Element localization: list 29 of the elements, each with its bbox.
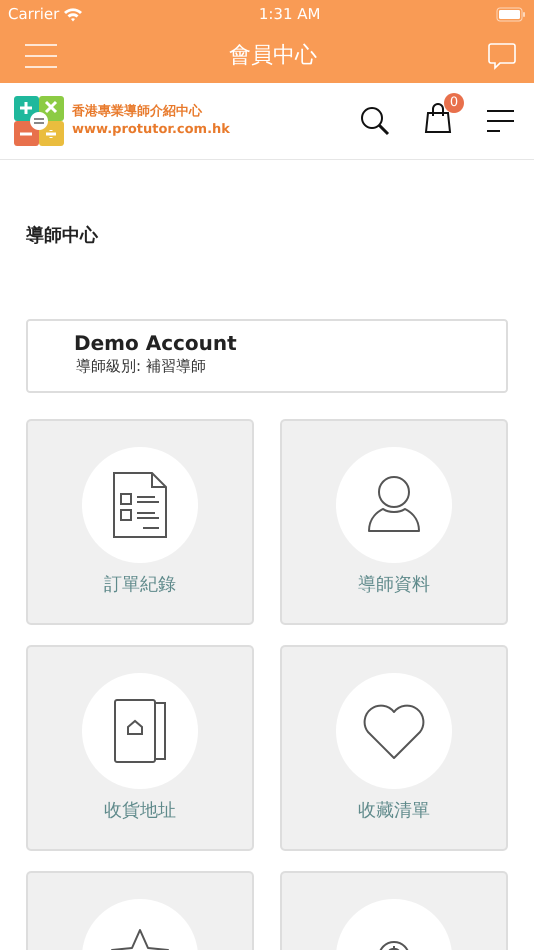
carrier-label: Carrier xyxy=(8,4,60,25)
menu-icon[interactable] xyxy=(24,42,58,68)
person-icon xyxy=(365,475,423,535)
section-heading: 導師中心 xyxy=(26,224,100,248)
shopping-bag-icon[interactable] xyxy=(424,102,452,132)
address-book-icon xyxy=(114,699,166,763)
menu-tile[interactable]: 訂單紀錄 xyxy=(26,419,254,625)
time-label: 1:31 AM xyxy=(258,4,320,25)
tile-label: 導師資料 xyxy=(358,573,430,597)
heart-icon xyxy=(362,702,426,760)
battery-icon xyxy=(496,6,526,22)
account-name: Demo Account xyxy=(74,331,238,355)
site-url[interactable]: www.protutor.com.hk xyxy=(72,121,230,140)
menu-tile[interactable]: 收藏清單 xyxy=(280,645,508,851)
chat-icon[interactable] xyxy=(488,42,516,70)
document-icon xyxy=(113,472,167,538)
list-menu-icon[interactable] xyxy=(486,109,514,133)
page-title: 會員中心 xyxy=(229,42,317,70)
search-icon[interactable] xyxy=(360,106,390,136)
wifi-icon xyxy=(63,6,84,22)
account-level: 導師級別: 補習導師 xyxy=(76,356,207,377)
tile-label: 收貨地址 xyxy=(104,799,176,823)
menu-tile[interactable]: 導師資料 xyxy=(280,419,508,625)
tile-label: 訂單紀錄 xyxy=(104,573,176,597)
tile-label: 收藏清單 xyxy=(358,799,430,823)
logo-icon xyxy=(14,96,64,146)
menu-tile[interactable]: 收貨地址 xyxy=(26,645,254,851)
site-name: 香港專業導師介紹中心 xyxy=(72,102,204,121)
cart-count-badge: 0 xyxy=(444,92,464,112)
